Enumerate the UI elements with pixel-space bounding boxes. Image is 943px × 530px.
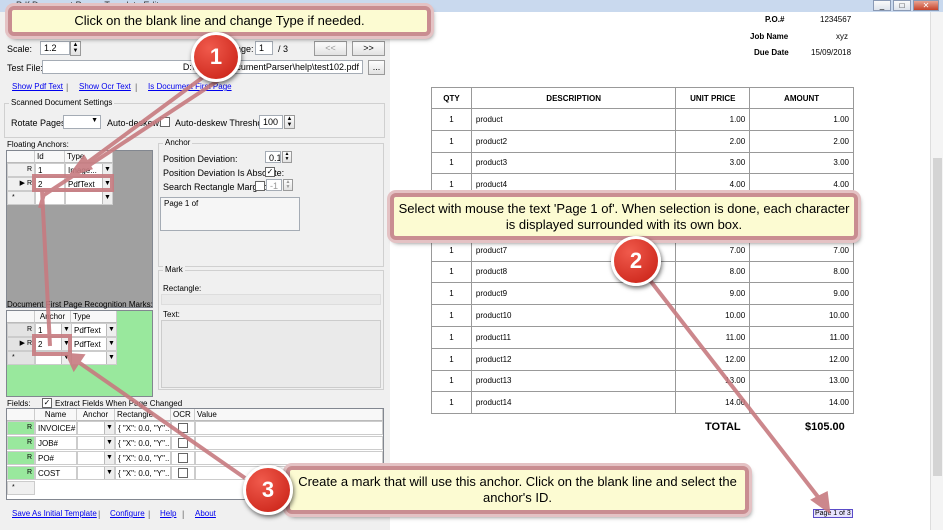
callout-3: Create a mark that will use this anchor.… bbox=[286, 466, 749, 514]
step-1-badge: 1 bbox=[191, 32, 241, 82]
callout-2: Select with mouse the text 'Page 1 of'. … bbox=[390, 193, 858, 240]
annotation-arrows bbox=[32, 70, 831, 515]
step-3-badge: 3 bbox=[243, 465, 293, 515]
step-2-badge: 2 bbox=[611, 236, 661, 286]
